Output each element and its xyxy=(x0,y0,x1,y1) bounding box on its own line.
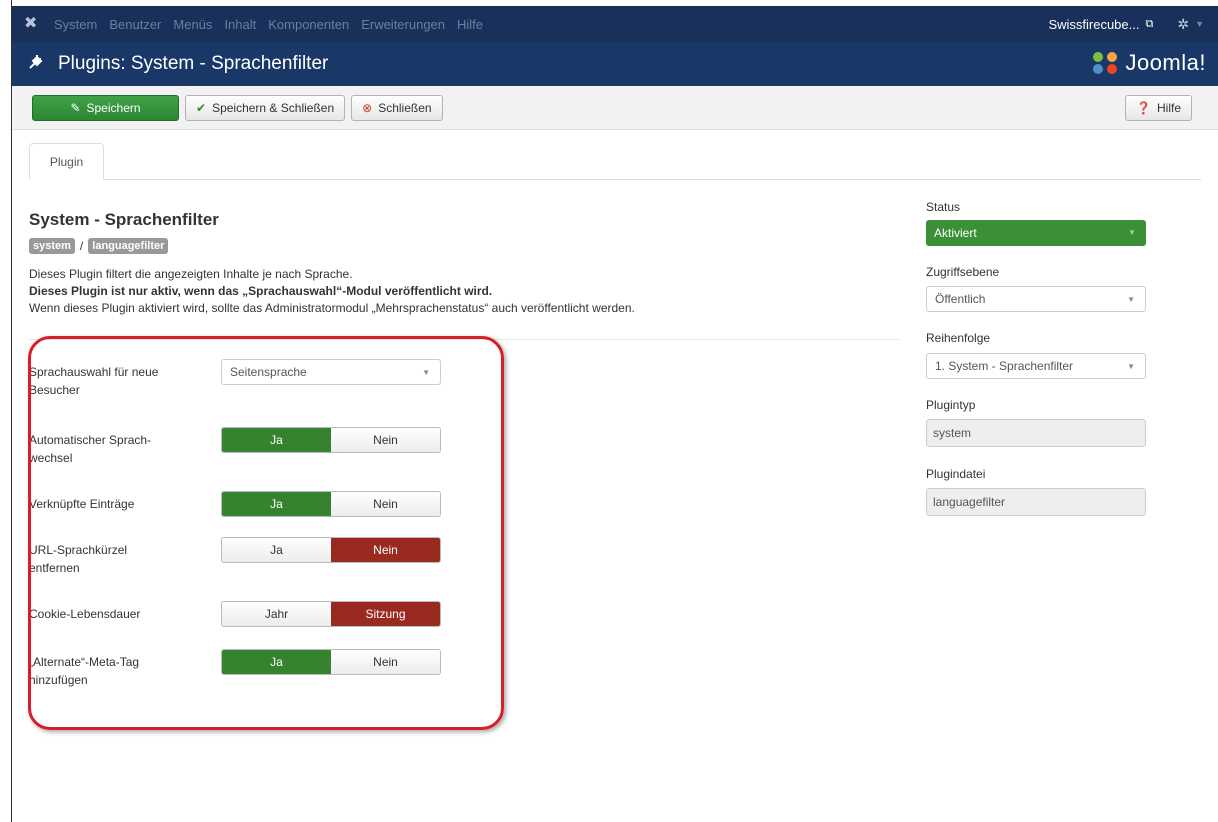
save-button[interactable]: ✎ Speichern xyxy=(32,94,179,121)
joomla-logo-icon xyxy=(1089,50,1121,76)
menu-components[interactable]: Komponenten xyxy=(268,17,349,32)
page-title-bar: Plugins: System - Sprachenfilter xyxy=(58,53,329,74)
plugin-file-label: Plugindatei xyxy=(926,467,986,481)
help-button[interactable]: ❓ Hilfe xyxy=(1125,95,1192,121)
menu-content[interactable]: Inhalt xyxy=(224,17,256,32)
access-value: Öffentlich xyxy=(935,292,986,306)
plug-icon xyxy=(26,53,46,76)
status-value: Aktiviert xyxy=(934,226,977,240)
ordering-value: 1. System - Sprachenfilter xyxy=(935,359,1074,373)
save-close-button[interactable]: ✔ Speichern & Schließen xyxy=(185,94,346,121)
menu-users[interactable]: Benutzer xyxy=(109,17,161,32)
highlight-annotation xyxy=(28,336,504,730)
chevron-down-icon[interactable]: ▼ xyxy=(1195,19,1204,29)
ordering-select[interactable]: 1. System - Sprachenfilter ▼ xyxy=(926,353,1146,379)
joomla-admin: ✖ System Benutzer Menüs Inhalt Komponent… xyxy=(12,0,1218,822)
top-menu-bar: ✖ System Benutzer Menüs Inhalt Komponent… xyxy=(12,0,1218,42)
ordering-label: Reihenfolge xyxy=(926,331,991,345)
save-close-button-label: Speichern & Schließen xyxy=(212,100,335,115)
save-button-label: Speichern xyxy=(86,100,141,115)
menubar-right: Swissfirecube... ⧉ ✲ ▼ xyxy=(1048,6,1204,42)
page-title: System - Sprachenfilter xyxy=(29,210,219,229)
edit-icon: ✎ xyxy=(70,100,81,115)
menu-extensions[interactable]: Erweiterungen xyxy=(361,17,445,32)
tab-bar: Plugin xyxy=(29,143,1201,180)
chevron-down-icon: ▼ xyxy=(1127,362,1135,371)
tab-plugin[interactable]: Plugin xyxy=(29,143,104,180)
page-header: Plugins: System - Sprachenfilter Joomla! xyxy=(12,42,1218,86)
plugin-description: Dieses Plugin filtert die angezeigten In… xyxy=(29,266,635,317)
gear-icon[interactable]: ✲ xyxy=(1177,16,1189,33)
site-name-link[interactable]: Swissfirecube... xyxy=(1048,17,1139,32)
joomla-icon[interactable]: ✖ xyxy=(24,15,42,33)
status-select[interactable]: Aktiviert ▼ xyxy=(926,220,1146,246)
close-button-label: Schließen xyxy=(378,100,432,115)
toolbar: ✎ Speichern ✔ Speichern & Schließen ⊗ Sc… xyxy=(12,86,1218,130)
joomla-logo: Joomla! xyxy=(1089,50,1206,76)
help-button-label: Hilfe xyxy=(1156,101,1181,115)
description-line: Wenn dieses Plugin aktiviert wird, sollt… xyxy=(29,301,635,315)
plugin-type-label: Plugintyp xyxy=(926,398,976,412)
description-line-bold: Dieses Plugin ist nur aktiv, wenn das „S… xyxy=(29,284,493,298)
joomla-logo-text: Joomla! xyxy=(1125,50,1206,75)
window-edge xyxy=(0,0,12,822)
close-button[interactable]: ⊗ Schließen xyxy=(351,94,443,121)
chevron-down-icon: ▼ xyxy=(1127,295,1135,304)
plugin-type-field: system xyxy=(926,419,1146,447)
badge-separator: / xyxy=(79,239,84,253)
access-label: Zugriffsebene xyxy=(926,265,1000,279)
plugin-badges: system / languagefilter xyxy=(29,238,169,254)
element-badge: languagefilter xyxy=(88,238,169,254)
external-link-icon: ⧉ xyxy=(1145,17,1154,30)
question-icon: ❓ xyxy=(1136,101,1151,115)
plugin-file-field: languagefilter xyxy=(926,488,1146,516)
menu-help[interactable]: Hilfe xyxy=(457,17,483,32)
description-line: Dieses Plugin filtert die angezeigten In… xyxy=(29,267,353,281)
menu-menus[interactable]: Menüs xyxy=(173,17,212,32)
menu-system[interactable]: System xyxy=(54,17,97,32)
chevron-down-icon: ▼ xyxy=(1128,228,1136,237)
check-icon: ✔ xyxy=(196,100,207,115)
status-label: Status xyxy=(926,200,961,214)
cancel-icon: ⊗ xyxy=(362,100,373,115)
folder-badge: system xyxy=(29,238,75,254)
access-select[interactable]: Öffentlich ▼ xyxy=(926,286,1146,312)
